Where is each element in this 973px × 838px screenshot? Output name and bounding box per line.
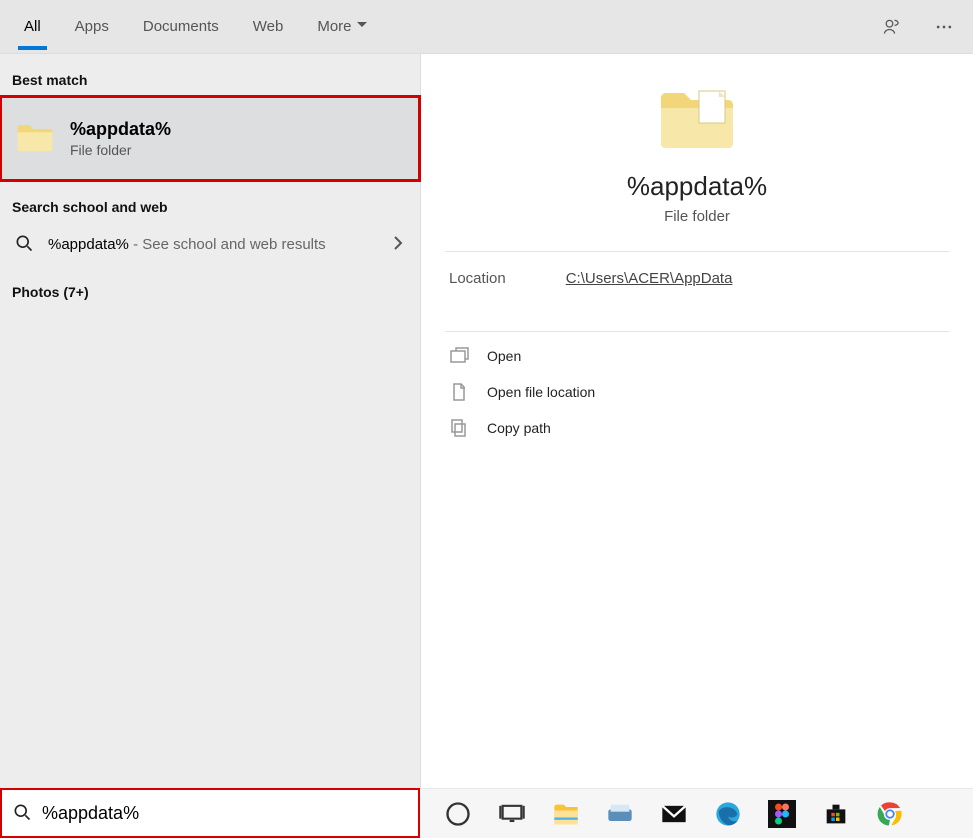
tabs: All Apps Documents Web More	[10, 4, 374, 49]
search-web-item[interactable]: %appdata% - See school and web results	[0, 223, 420, 266]
best-match-text: %appdata% File folder	[70, 119, 171, 158]
tab-web[interactable]: Web	[247, 4, 290, 49]
best-match-title: %appdata%	[70, 119, 171, 140]
feedback-icon[interactable]	[875, 10, 909, 44]
mail-icon[interactable]	[660, 800, 688, 828]
tab-all[interactable]: All	[18, 4, 47, 49]
photos-label[interactable]: Photos (7+)	[0, 266, 420, 308]
file-location-icon	[449, 382, 469, 402]
copy-icon	[449, 418, 469, 438]
preview-title: %appdata%	[445, 171, 949, 202]
task-view-icon[interactable]	[498, 800, 526, 828]
chevron-down-icon	[356, 18, 368, 35]
action-open-location-label: Open file location	[487, 384, 595, 400]
tab-more[interactable]: More	[311, 4, 373, 49]
more-options-icon[interactable]	[927, 10, 961, 44]
best-match-item[interactable]: %appdata% File folder	[0, 96, 420, 181]
taskbar	[420, 788, 973, 838]
best-match-label: Best match	[0, 54, 420, 96]
tab-documents[interactable]: Documents	[137, 4, 225, 49]
scanner-icon[interactable]	[606, 800, 634, 828]
search-web-text: %appdata% - See school and web results	[48, 236, 376, 253]
main-area: Best match %appdata% File folder Search …	[0, 54, 973, 788]
location-path[interactable]: C:\Users\ACER\AppData	[566, 270, 733, 287]
preview-header: %appdata% File folder	[421, 54, 973, 225]
action-open[interactable]: Open	[435, 338, 959, 374]
location-label: Location	[449, 270, 506, 287]
search-web-query: %appdata%	[48, 236, 129, 253]
action-copy-path[interactable]: Copy path	[435, 410, 959, 446]
search-tabs-bar: All Apps Documents Web More	[0, 0, 973, 54]
preview-subtitle: File folder	[445, 208, 949, 225]
results-pane: Best match %appdata% File folder Search …	[0, 54, 420, 788]
bottom-bar	[0, 788, 973, 838]
file-explorer-icon[interactable]	[552, 800, 580, 828]
folder-icon	[16, 118, 54, 159]
search-web-hint: - See school and web results	[129, 236, 326, 253]
best-match-subtitle: File folder	[70, 142, 171, 158]
search-box[interactable]	[0, 788, 420, 838]
folder-icon	[445, 84, 949, 157]
microsoft-store-icon[interactable]	[822, 800, 850, 828]
search-icon	[14, 233, 34, 256]
tab-more-label: More	[317, 18, 351, 35]
tab-apps[interactable]: Apps	[69, 4, 115, 49]
location-row: Location C:\Users\ACER\AppData	[421, 252, 973, 305]
cortana-icon[interactable]	[444, 800, 472, 828]
action-open-label: Open	[487, 348, 521, 364]
search-web-label: Search school and web	[0, 181, 420, 223]
action-open-file-location[interactable]: Open file location	[435, 374, 959, 410]
action-copy-path-label: Copy path	[487, 420, 551, 436]
actions-list: Open Open file location Copy path	[421, 332, 973, 452]
search-input[interactable]	[42, 803, 408, 824]
edge-icon[interactable]	[714, 800, 742, 828]
topbar-right	[875, 0, 961, 53]
chrome-icon[interactable]	[876, 800, 904, 828]
search-icon	[12, 802, 32, 825]
chevron-right-icon	[390, 235, 406, 254]
preview-pane: %appdata% File folder Location C:\Users\…	[420, 54, 973, 788]
figma-icon[interactable]	[768, 800, 796, 828]
open-icon	[449, 346, 469, 366]
